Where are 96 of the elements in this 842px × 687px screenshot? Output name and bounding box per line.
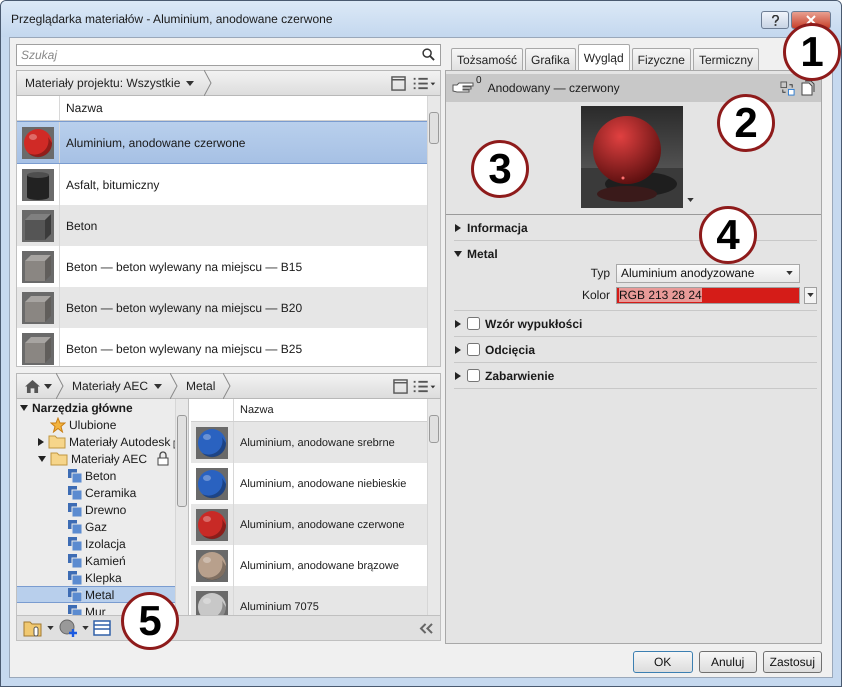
expand-arrow-icon[interactable] <box>454 224 462 232</box>
section-header[interactable]: Odcięcia <box>454 341 536 358</box>
chevron-icon <box>170 373 178 399</box>
tree-item[interactable]: Beton <box>17 467 120 484</box>
home-icon[interactable] <box>25 380 40 392</box>
tree-item[interactable]: Ceramika <box>17 484 140 501</box>
checkbox[interactable] <box>467 317 480 330</box>
help-button[interactable] <box>761 11 789 29</box>
search-icon[interactable] <box>422 48 435 61</box>
column-header[interactable]: Nazwa <box>234 404 274 416</box>
editor-panel-icon[interactable] <box>93 620 111 636</box>
close-icon <box>806 15 816 25</box>
tab[interactable]: Wygląd <box>578 44 630 70</box>
panel-view-icon[interactable] <box>393 378 408 394</box>
search-field[interactable]: Szukaj <box>16 44 441 66</box>
asset-name: Anodowany — czerwony <box>488 81 620 95</box>
dropdown-arrow-icon[interactable] <box>687 198 694 202</box>
list-view-icon[interactable] <box>412 378 436 394</box>
tab[interactable]: Termiczny <box>692 48 759 70</box>
caret-icon <box>786 271 793 275</box>
usage-count: 0 <box>476 75 482 86</box>
breadcrumb-item[interactable]: Materiały AEC <box>68 379 166 393</box>
property-label: Typ <box>590 266 610 280</box>
tab[interactable]: Grafika <box>525 48 576 70</box>
tab[interactable]: Tożsamość <box>451 48 524 70</box>
material-row[interactable]: Aluminium, anodowane srebrne <box>191 422 427 463</box>
dropdown-arrow-icon[interactable] <box>44 384 52 388</box>
category-icon <box>68 486 82 500</box>
category-icon <box>68 588 82 602</box>
checkbox[interactable] <box>467 369 480 382</box>
dialog-button[interactable]: OK <box>632 651 693 673</box>
tree-item[interactable]: Klepka <box>17 569 126 586</box>
material-row[interactable]: Aluminium, anodowane czerwone <box>191 504 427 545</box>
collapse-arrow-icon[interactable] <box>454 250 462 258</box>
column-header[interactable]: Nazwa <box>60 101 103 115</box>
panel-view-icon[interactable] <box>391 76 406 90</box>
section-header[interactable]: Metal <box>454 245 498 262</box>
window-title: Przeglądarka materiałów - Aluminium, anodowane czerwone <box>11 12 332 26</box>
category-icon <box>68 520 82 534</box>
collapse-arrow-icon[interactable] <box>20 404 28 412</box>
tree-item[interactable]: Kamień <box>17 552 130 569</box>
replace-asset-icon[interactable] <box>780 80 795 96</box>
chevron-icon <box>56 373 64 399</box>
add-material-icon[interactable] <box>58 619 78 637</box>
dialog-button[interactable]: Zastosuj <box>762 651 822 673</box>
caret-icon <box>186 80 194 86</box>
expand-arrow-icon[interactable] <box>454 346 462 354</box>
material-row[interactable]: Beton <box>17 205 427 246</box>
category-icon <box>68 536 82 550</box>
caret-icon <box>154 384 162 388</box>
material-row[interactable]: Aluminium, anodowane czerwone <box>17 121 427 164</box>
tab[interactable]: Fizyczne <box>632 48 691 70</box>
dropdown-arrow-icon[interactable] <box>47 626 54 630</box>
material-row[interactable]: Aluminium 7075 <box>191 586 427 615</box>
tree-item[interactable]: Drewno <box>17 501 130 518</box>
help-icon <box>770 14 780 26</box>
collapse-arrow-icon[interactable] <box>38 454 46 462</box>
tree-item[interactable]: Ulubione <box>17 416 120 433</box>
section-header[interactable]: Zabarwienie <box>454 367 554 384</box>
property-label: Kolor <box>580 288 610 302</box>
scrollbar[interactable] <box>175 399 188 615</box>
category-icon <box>68 570 82 584</box>
tree-item[interactable]: Narzędzia główne <box>17 399 137 416</box>
tree-item[interactable]: Materiały AEC <box>17 450 175 467</box>
tree-item[interactable]: Izolacja <box>17 535 130 552</box>
chevron-icon <box>223 373 232 399</box>
tree-item[interactable]: Gaz <box>17 518 112 535</box>
material-row[interactable]: Beton — beton wylewany na miejscu — B20 <box>17 287 427 328</box>
type-dropdown[interactable]: Aluminium anodyzowane <box>616 264 800 282</box>
star-icon <box>50 416 66 432</box>
dropdown-arrow-icon[interactable] <box>82 626 89 630</box>
duplicate-icon[interactable] <box>801 80 815 96</box>
color-field[interactable]: RGB 213 28 24 <box>616 286 800 304</box>
expand-arrow-icon[interactable] <box>37 438 45 446</box>
scrollbar[interactable] <box>427 96 440 366</box>
checkbox[interactable] <box>467 343 480 356</box>
section-header[interactable]: Wzór wypukłości <box>454 315 582 332</box>
category-icon <box>68 554 82 568</box>
category-icon <box>68 468 82 482</box>
caret-icon <box>807 293 814 297</box>
chevron-icon <box>204 70 212 96</box>
expand-arrow-icon[interactable] <box>454 320 462 328</box>
collapse-panel-icon[interactable] <box>419 622 434 634</box>
category-icon <box>68 502 82 516</box>
color-menu-button[interactable] <box>804 286 817 304</box>
list-view-icon[interactable] <box>412 76 436 90</box>
expand-arrow-icon[interactable] <box>454 372 462 380</box>
breadcrumb-item[interactable]: Metal <box>182 379 220 393</box>
dialog-button[interactable]: Anuluj <box>698 651 757 673</box>
hand-icon <box>452 82 476 94</box>
tree-item[interactable]: Materiały Autodesk <box>17 433 175 450</box>
scrollbar[interactable] <box>427 399 440 615</box>
folder-icon <box>50 451 68 466</box>
library-folder-icon[interactable] <box>23 619 43 637</box>
section-header[interactable]: Informacja <box>454 219 528 236</box>
folder-icon <box>48 434 66 449</box>
